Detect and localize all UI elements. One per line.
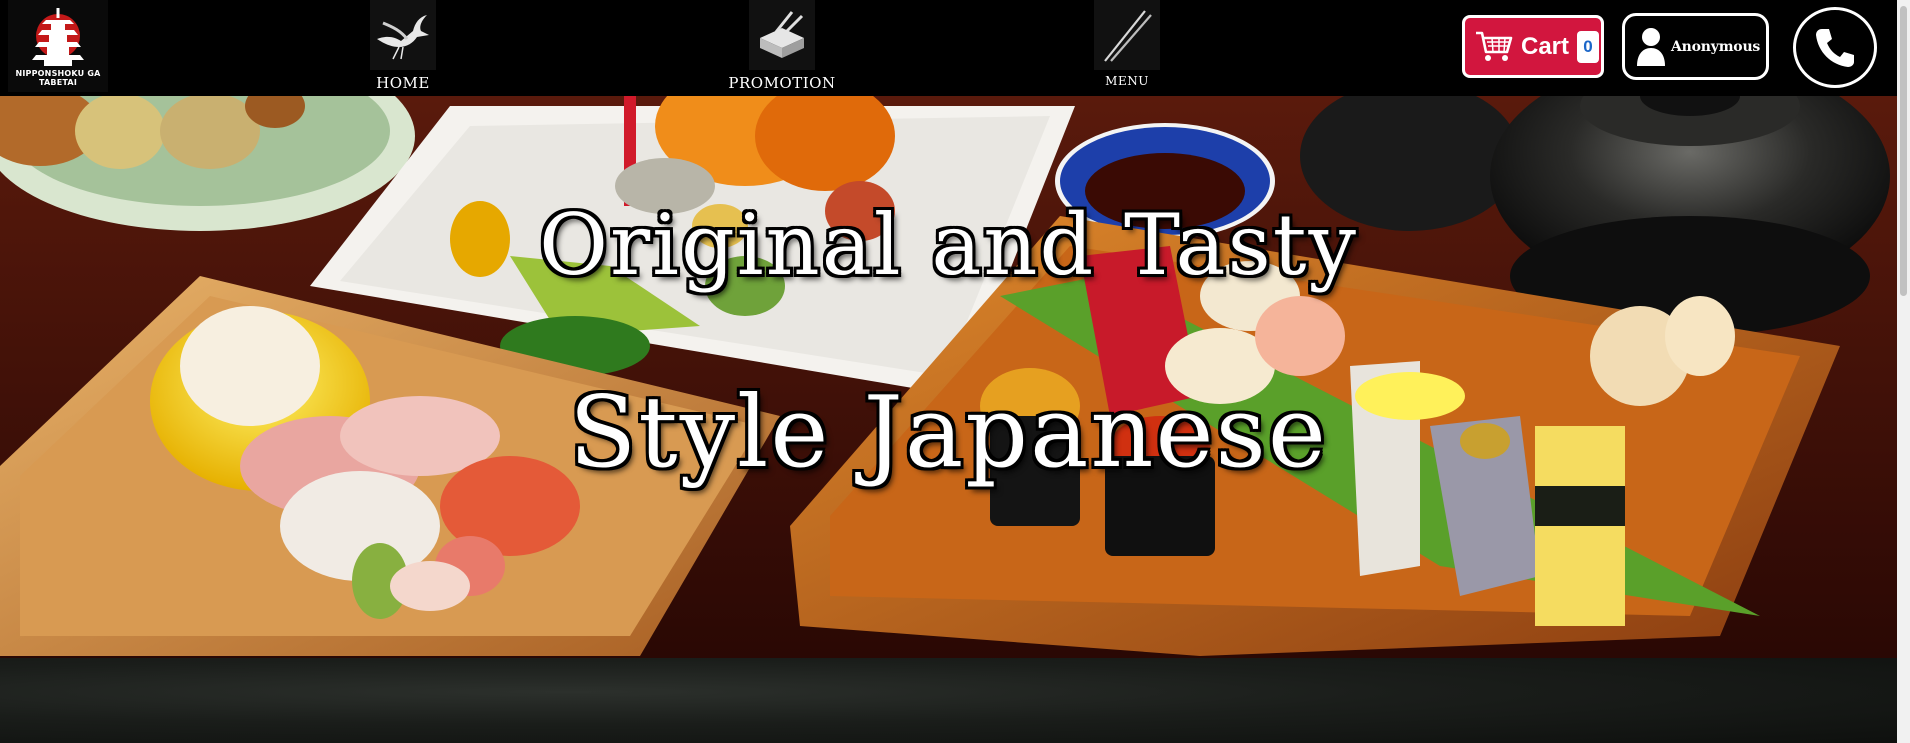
nav-home-label: HOME (376, 74, 430, 92)
cart-icon (1476, 31, 1513, 61)
nav-menu[interactable]: MENU (1094, 0, 1160, 96)
cart-label: Cart (1521, 32, 1570, 60)
scrollbar-thumb[interactable] (1900, 6, 1907, 296)
nav-promotion[interactable]: PROMOTION (722, 0, 842, 96)
user-icon (1637, 27, 1665, 66)
page-scrollbar[interactable] (1897, 0, 1910, 743)
logo-text: NIPPONSHOKU GA TABETAI (10, 69, 106, 87)
crane-icon (370, 0, 436, 70)
user-account-button[interactable]: Anonymous (1622, 13, 1769, 80)
nav-menu-label: MENU (1105, 74, 1149, 88)
cart-button[interactable]: Cart 0 (1462, 15, 1604, 78)
hero-headline-line2: Style Japanese (569, 376, 1328, 490)
hero-banner: Original and Tasty Style Japanese (0, 96, 1897, 658)
logo-text-line2: TABETAI (39, 78, 77, 87)
logo-text-line1: NIPPONSHOKU GA (15, 69, 101, 78)
chopsticks-icon (1094, 0, 1160, 70)
phone-button[interactable] (1793, 7, 1877, 88)
sushi-chopsticks-icon (749, 0, 815, 70)
user-label: Anonymous (1671, 38, 1761, 55)
nav-home[interactable]: HOME (360, 0, 446, 96)
nav-promotion-label: PROMOTION (728, 74, 836, 92)
cart-count-badge: 0 (1577, 30, 1600, 63)
top-navbar: NIPPONSHOKU GA TABETAI HOME PROMOTION ME… (0, 0, 1910, 96)
site-logo[interactable]: NIPPONSHOKU GA TABETAI (8, 0, 108, 92)
phone-icon (1816, 28, 1854, 67)
pagoda-icon (32, 8, 84, 66)
hero-headline-line1: Original and Tasty (539, 196, 1358, 294)
content-section (0, 658, 1897, 743)
